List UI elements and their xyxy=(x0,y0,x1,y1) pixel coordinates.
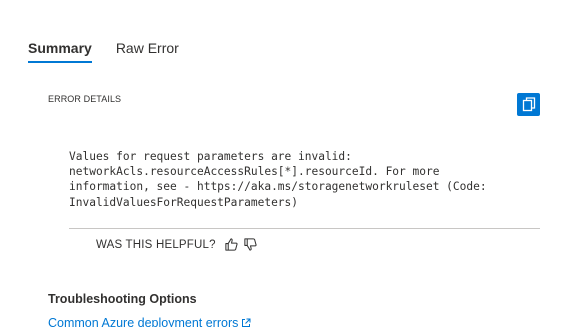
link-label[interactable]: Common Azure deployment errors xyxy=(48,316,238,327)
error-summary-page: Summary Raw Error ERROR DETAILS Values f… xyxy=(0,0,577,327)
thumbs-down-icon[interactable] xyxy=(243,237,258,252)
error-message: Values for request parameters are invali… xyxy=(69,150,487,209)
copy-icon xyxy=(522,97,535,112)
tab-bar: Summary Raw Error xyxy=(28,36,203,64)
error-details-heading: ERROR DETAILS xyxy=(48,94,122,104)
divider xyxy=(69,228,540,229)
feedback-label: WAS THIS HELPFUL? xyxy=(96,238,216,251)
tab-raw-error[interactable]: Raw Error xyxy=(116,36,179,64)
tab-summary[interactable]: Summary xyxy=(28,36,92,64)
feedback-row: WAS THIS HELPFUL? xyxy=(96,237,262,252)
external-link-icon xyxy=(242,318,251,327)
thumbs-up-icon[interactable] xyxy=(224,237,239,252)
troubleshooting-title: Troubleshooting Options xyxy=(48,292,197,306)
common-errors-link[interactable]: Common Azure deployment errors xyxy=(48,316,251,327)
copy-button[interactable] xyxy=(517,93,540,116)
